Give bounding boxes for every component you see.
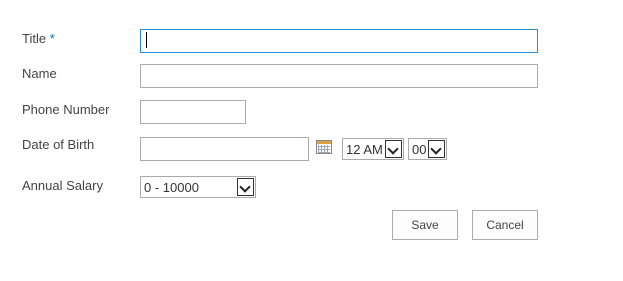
title-input[interactable] xyxy=(140,29,538,53)
salary-label: Annual Salary xyxy=(22,178,103,193)
salary-value: 0 - 10000 xyxy=(144,180,199,195)
hour-value: 12 AM xyxy=(346,142,383,157)
minute-select[interactable]: 00 xyxy=(408,138,447,160)
calendar-icon[interactable] xyxy=(316,140,332,154)
dob-label: Date of Birth xyxy=(22,137,95,152)
title-label-text: Title xyxy=(22,31,47,46)
chevron-down-icon xyxy=(237,178,254,196)
new-item-form: Title * Name Phone Number Date of Birth … xyxy=(0,0,623,281)
phone-label: Phone Number xyxy=(22,102,110,117)
name-label: Name xyxy=(22,66,57,81)
minute-value: 00 xyxy=(412,142,427,157)
dob-date-input[interactable] xyxy=(140,137,309,161)
phone-input[interactable] xyxy=(140,100,246,124)
hour-select[interactable]: 12 AM xyxy=(342,138,404,160)
chevron-down-icon xyxy=(428,140,445,158)
save-button[interactable]: Save xyxy=(392,210,458,240)
required-marker: * xyxy=(49,31,55,46)
text-caret xyxy=(146,32,147,48)
title-label: Title * xyxy=(22,31,55,47)
chevron-down-icon xyxy=(385,140,402,158)
salary-select[interactable]: 0 - 10000 xyxy=(140,176,256,198)
cancel-button[interactable]: Cancel xyxy=(472,210,538,240)
name-input[interactable] xyxy=(140,64,538,88)
